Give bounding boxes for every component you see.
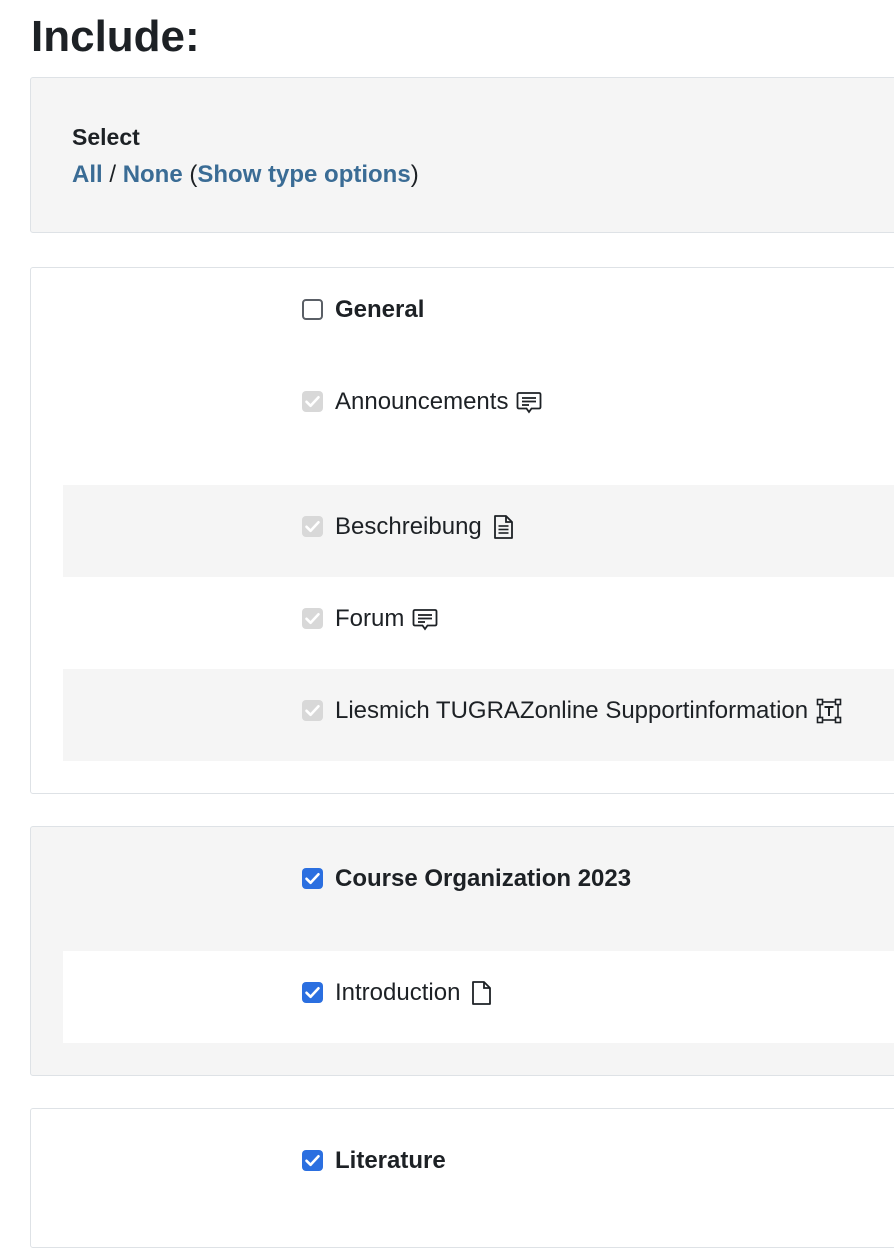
forum-icon <box>411 605 439 633</box>
section-course-organization: Course Organization 2023 Introduction <box>30 826 894 1076</box>
text-label-icon <box>815 697 843 725</box>
activity-row: Beschreibung <box>63 485 894 577</box>
section-header-row: General <box>63 268 894 360</box>
activity-item: Beschreibung <box>335 511 517 543</box>
section-title: Course Organization 2023 <box>335 865 632 892</box>
select-panel: Select All / None (Show type options) <box>30 77 894 233</box>
section-literature: Literature <box>30 1108 894 1248</box>
section-checkbox-general[interactable] <box>302 299 323 320</box>
section-general: General Announcements Beschreibung Forum <box>30 267 894 794</box>
separator: / <box>109 161 117 188</box>
activity-row: Introduction <box>63 951 894 1043</box>
page-icon <box>489 513 517 541</box>
select-none-link[interactable]: None <box>123 161 183 188</box>
activity-checkbox[interactable] <box>302 700 323 721</box>
activity-item: Liesmich TUGRAZonline Supportinformation <box>335 695 843 727</box>
activity-label: Announcements <box>335 388 509 415</box>
activity-checkbox[interactable] <box>302 982 323 1003</box>
activity-label: Forum <box>335 605 405 632</box>
select-all-link[interactable]: All <box>72 161 103 188</box>
section-title: Literature <box>335 1147 446 1174</box>
page-title: Include: <box>31 12 200 61</box>
section-header-row: Literature <box>63 1119 894 1211</box>
activity-checkbox[interactable] <box>302 391 323 412</box>
forum-icon <box>515 388 543 416</box>
activity-label: Liesmich TUGRAZonline Supportinformation <box>335 697 809 724</box>
select-label: Select <box>72 124 140 150</box>
section-title: General <box>335 296 425 323</box>
select-links: All / None (Show type options) <box>72 159 419 191</box>
show-type-options-link[interactable]: Show type options <box>197 161 410 188</box>
activity-item: Announcements <box>335 386 543 418</box>
section-header-row: Course Organization 2023 <box>63 837 894 929</box>
activity-item: Forum <box>335 603 439 635</box>
activity-label: Introduction <box>335 979 461 1006</box>
section-checkbox-literature[interactable] <box>302 1150 323 1171</box>
section-checkbox-course-organization[interactable] <box>302 868 323 889</box>
activity-checkbox[interactable] <box>302 516 323 537</box>
activity-row: Liesmich TUGRAZonline Supportinformation <box>63 669 894 761</box>
activity-label: Beschreibung <box>335 513 482 540</box>
file-icon <box>467 979 495 1007</box>
close-paren: ) <box>410 161 419 188</box>
activity-item: Introduction <box>335 977 495 1009</box>
activity-row: Forum <box>63 577 894 669</box>
activity-row: Announcements <box>63 360 894 452</box>
activity-checkbox[interactable] <box>302 608 323 629</box>
